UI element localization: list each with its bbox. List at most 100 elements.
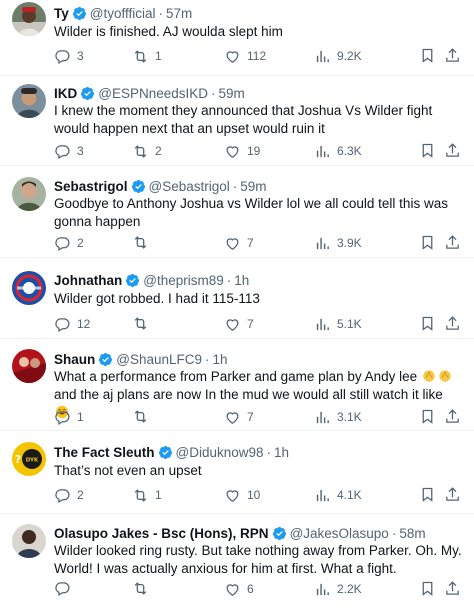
timestamp[interactable]: 58m (399, 525, 425, 542)
retweet-button[interactable]: 2 (132, 142, 162, 160)
timestamp[interactable]: 57m (166, 5, 192, 22)
timestamp[interactable]: 1h (213, 351, 228, 368)
views-button[interactable]: 3.1K (314, 408, 362, 426)
author-name[interactable]: The Fact Sleuth (54, 444, 155, 461)
retweet-button[interactable] (132, 408, 155, 425)
like-button[interactable]: 7 (224, 234, 254, 252)
share-button[interactable] (444, 408, 461, 425)
view-count: 3.1K (337, 410, 362, 424)
reply-count: 1 (77, 410, 84, 424)
share-button[interactable] (444, 142, 461, 159)
avatar[interactable] (12, 349, 46, 383)
reply-button[interactable]: 1 (54, 408, 84, 426)
bookmark-button[interactable] (419, 47, 436, 64)
reply-icon (55, 410, 70, 425)
reply-button[interactable]: 2 (54, 234, 84, 252)
author-handle[interactable]: @ShaunLFC9 (116, 351, 202, 368)
like-button[interactable]: 10 (224, 486, 260, 504)
share-button[interactable] (444, 486, 461, 503)
author-name[interactable]: Olasupo Jakes - Bsc (Hons), RPN (54, 525, 269, 542)
author-name[interactable]: Ty (54, 5, 69, 22)
reply-count: 2 (77, 488, 84, 502)
reply-count: 3 (77, 49, 84, 63)
bookmark-button[interactable] (419, 408, 436, 425)
timestamp[interactable]: 1h (234, 272, 249, 289)
author-handle[interactable]: @Sebastrigol (149, 178, 230, 195)
author-name[interactable]: IKD (54, 85, 77, 102)
share-icon (446, 409, 459, 423)
reply-button[interactable]: 3 (54, 47, 84, 65)
verified-badge-icon (272, 526, 287, 541)
author-handle[interactable]: @JakesOlasupo (290, 525, 389, 542)
avatar[interactable] (12, 84, 46, 118)
share-icon (446, 487, 459, 501)
tweet[interactable]: Shaun @ShaunLFC9 · 1h What a performance… (0, 339, 474, 431)
timestamp[interactable]: 59m (240, 178, 266, 195)
share-button[interactable] (444, 580, 461, 597)
reply-button[interactable]: 3 (54, 142, 84, 160)
reply-icon (55, 49, 70, 64)
like-button[interactable]: 7 (224, 408, 254, 426)
reply-button[interactable] (54, 580, 77, 597)
views-button[interactable]: 3.9K (314, 234, 362, 252)
bookmark-button[interactable] (419, 486, 436, 503)
avatar[interactable] (12, 524, 46, 558)
reply-count: 2 (77, 236, 84, 250)
retweet-button[interactable]: 1 (132, 47, 162, 65)
like-button[interactable]: 7 (224, 315, 254, 333)
share-button[interactable] (444, 234, 461, 251)
verified-badge-icon (125, 273, 140, 288)
reply-button[interactable]: 2 (54, 486, 84, 504)
retweet-button[interactable] (132, 580, 155, 597)
like-button[interactable]: 112 (224, 47, 266, 65)
retweet-button[interactable]: 1 (132, 486, 162, 504)
tweet-actions: 12 7 5.1K (54, 315, 464, 333)
tweet-text-part: and the aj plans are now In the mud we w… (54, 387, 443, 402)
tweet[interactable]: IKD @ESPNneedsIKD · 59m I knew the momen… (0, 76, 474, 166)
retweet-button[interactable] (132, 234, 155, 251)
views-icon (316, 411, 329, 423)
tweet-text-part: What a performance from Parker and game … (54, 369, 421, 384)
like-count: 6 (247, 582, 254, 596)
avatar[interactable]: DYK ? (12, 442, 46, 476)
author-name[interactable]: Johnathan (54, 272, 122, 289)
author-name[interactable]: Sebastrigol (54, 178, 128, 195)
logo-avatar-icon (12, 271, 46, 305)
avatar[interactable] (12, 2, 46, 36)
separator-dot: · (205, 352, 210, 367)
views-button[interactable]: 6.3K (314, 142, 362, 160)
retweet-button[interactable] (132, 315, 155, 332)
author-handle[interactable]: @Diduknow98 (176, 444, 264, 461)
reply-button[interactable]: 12 (54, 315, 90, 333)
views-button[interactable]: 9.2K (314, 47, 362, 65)
views-button[interactable]: 5.1K (314, 315, 362, 333)
share-button[interactable] (444, 47, 461, 64)
tweet-text: That’s not even an upset (54, 463, 202, 478)
clapping-hands-icon (438, 369, 452, 383)
author-handle[interactable]: @theprism89 (143, 272, 224, 289)
views-button[interactable]: 2.2K (314, 580, 362, 598)
timestamp[interactable]: 1h (274, 444, 289, 461)
author-handle[interactable]: @tyoffficial (90, 5, 156, 22)
like-button[interactable]: 6 (224, 580, 254, 598)
share-button[interactable] (444, 315, 461, 332)
bookmark-button[interactable] (419, 580, 436, 597)
bookmark-button[interactable] (419, 142, 436, 159)
tweet[interactable]: Olasupo Jakes - Bsc (Hons), RPN @JakesOl… (0, 514, 474, 613)
avatar[interactable] (12, 271, 46, 305)
like-button[interactable]: 19 (224, 142, 260, 160)
author-handle[interactable]: @ESPNneedsIKD (98, 85, 208, 102)
tweet[interactable]: DYK ? The Fact Sleuth @Diduknow98 · 1h T… (0, 431, 474, 514)
tweet[interactable]: Ty @tyoffficial · 57m Wilder is finished… (0, 0, 474, 76)
retweet-icon (134, 410, 147, 423)
views-button[interactable]: 4.1K (314, 486, 362, 504)
timestamp[interactable]: 59m (219, 85, 245, 102)
bookmark-icon (422, 409, 433, 424)
avatar[interactable] (12, 177, 46, 211)
bookmark-button[interactable] (419, 234, 436, 251)
tweet[interactable]: Sebastrigol @Sebastrigol · 59m Goodbye t… (0, 166, 474, 258)
author-name[interactable]: Shaun (54, 351, 95, 368)
verified-badge-icon (80, 86, 95, 101)
bookmark-button[interactable] (419, 315, 436, 332)
tweet[interactable]: Johnathan @theprism89 · 1h Wilder got ro… (0, 258, 474, 339)
